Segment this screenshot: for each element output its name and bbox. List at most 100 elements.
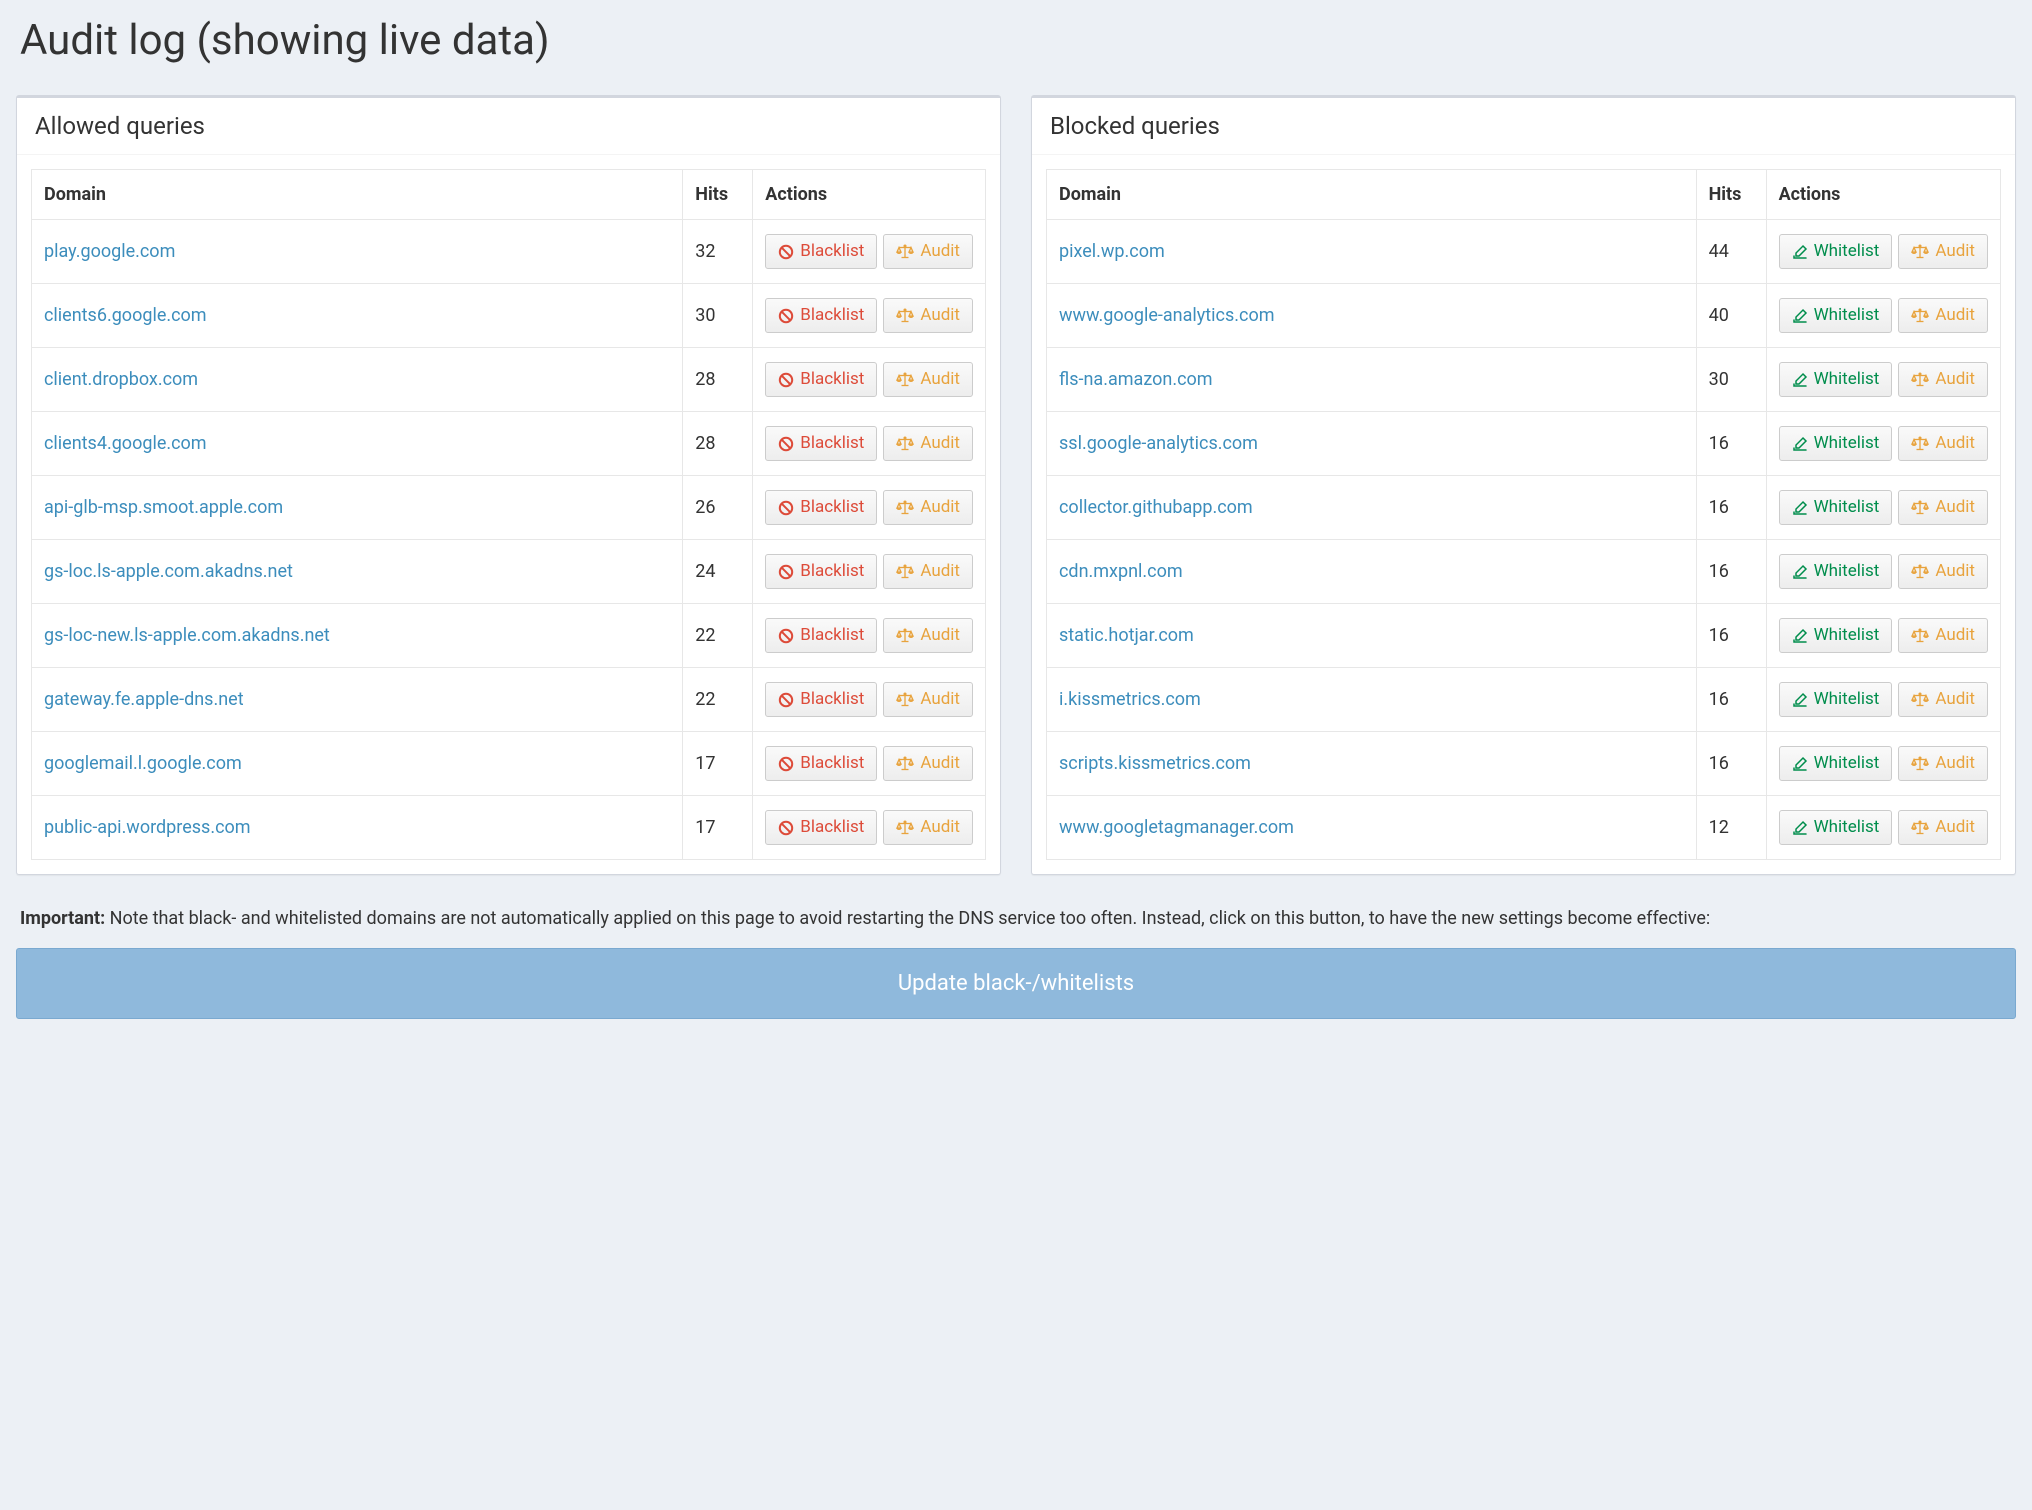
audit-button[interactable]: Audit [883, 362, 973, 397]
whitelist-button[interactable]: Whitelist [1779, 490, 1893, 525]
audit-button-label: Audit [1935, 499, 1975, 516]
whitelist-button[interactable]: Whitelist [1779, 426, 1893, 461]
hits-value: 16 [1696, 604, 1766, 668]
audit-button[interactable]: Audit [883, 298, 973, 333]
domain-link[interactable]: www.googletagmanager.com [1059, 817, 1294, 838]
audit-button[interactable]: Audit [1898, 362, 1988, 397]
whitelist-button[interactable]: Whitelist [1779, 362, 1893, 397]
audit-button[interactable]: Audit [1898, 298, 1988, 333]
hits-value: 24 [683, 540, 753, 604]
blacklist-button[interactable]: Blacklist [765, 618, 877, 653]
domain-link[interactable]: gs-loc.ls-apple.com.akadns.net [44, 561, 293, 582]
actions-cell: Whitelist Audit [1766, 796, 2000, 860]
audit-button-label: Audit [920, 307, 960, 324]
audit-button[interactable]: Audit [1898, 746, 1988, 781]
domain-link[interactable]: clients4.google.com [44, 433, 207, 454]
domain-link[interactable]: scripts.kissmetrics.com [1059, 753, 1251, 774]
domain-link[interactable]: ssl.google-analytics.com [1059, 433, 1258, 454]
hits-value: 22 [683, 668, 753, 732]
audit-button-label: Audit [920, 627, 960, 644]
whitelist-button[interactable]: Whitelist [1779, 234, 1893, 269]
blacklist-button[interactable]: Blacklist [765, 810, 877, 845]
hits-value: 16 [1696, 732, 1766, 796]
blacklist-button[interactable]: Blacklist [765, 298, 877, 333]
blocked-col-domain: Domain [1047, 170, 1697, 220]
domain-link[interactable]: public-api.wordpress.com [44, 817, 251, 838]
whitelist-button[interactable]: Whitelist [1779, 554, 1893, 589]
domain-link[interactable]: collector.githubapp.com [1059, 497, 1253, 518]
audit-button[interactable]: Audit [1898, 554, 1988, 589]
blacklist-button[interactable]: Blacklist [765, 746, 877, 781]
audit-button[interactable]: Audit [1898, 682, 1988, 717]
hits-value: 30 [1696, 348, 1766, 412]
whitelist-button[interactable]: Whitelist [1779, 618, 1893, 653]
audit-button[interactable]: Audit [1898, 426, 1988, 461]
edit-icon [1792, 308, 1808, 324]
hits-value: 40 [1696, 284, 1766, 348]
blacklist-button[interactable]: Blacklist [765, 426, 877, 461]
audit-button[interactable]: Audit [883, 810, 973, 845]
edit-icon [1792, 244, 1808, 260]
audit-button-label: Audit [1935, 691, 1975, 708]
audit-button[interactable]: Audit [883, 746, 973, 781]
scale-icon [896, 628, 914, 644]
update-lists-button[interactable]: Update black-/whitelists [16, 948, 2016, 1019]
blacklist-button[interactable]: Blacklist [765, 362, 877, 397]
blocked-panel-title: Blocked queries [1032, 98, 2015, 155]
blacklist-button-label: Blacklist [800, 435, 864, 452]
blacklist-button-label: Blacklist [800, 691, 864, 708]
hits-value: 16 [1696, 668, 1766, 732]
whitelist-button[interactable]: Whitelist [1779, 682, 1893, 717]
whitelist-button-label: Whitelist [1814, 819, 1880, 836]
actions-cell: Whitelist Audit [1766, 476, 2000, 540]
allowed-col-hits: Hits [683, 170, 753, 220]
whitelist-button[interactable]: Whitelist [1779, 746, 1893, 781]
domain-link[interactable]: gateway.fe.apple-dns.net [44, 689, 244, 710]
audit-button-label: Audit [1935, 819, 1975, 836]
domain-link[interactable]: fls-na.amazon.com [1059, 369, 1213, 390]
actions-cell: Whitelist Audit [1766, 412, 2000, 476]
edit-icon [1792, 436, 1808, 452]
audit-button-label: Audit [1935, 435, 1975, 452]
note-text: Note that black- and whitelisted domains… [105, 908, 1710, 929]
domain-link[interactable]: gs-loc-new.ls-apple.com.akadns.net [44, 625, 330, 646]
domain-link[interactable]: pixel.wp.com [1059, 241, 1165, 262]
blacklist-button[interactable]: Blacklist [765, 490, 877, 525]
audit-button[interactable]: Audit [1898, 234, 1988, 269]
domain-link[interactable]: clients6.google.com [44, 305, 207, 326]
hits-value: 16 [1696, 540, 1766, 604]
blacklist-button[interactable]: Blacklist [765, 682, 877, 717]
audit-button[interactable]: Audit [1898, 810, 1988, 845]
audit-button[interactable]: Audit [883, 682, 973, 717]
domain-link[interactable]: play.google.com [44, 241, 175, 262]
whitelist-button[interactable]: Whitelist [1779, 810, 1893, 845]
actions-cell: BlacklistAudit [753, 796, 986, 860]
blacklist-button[interactable]: Blacklist [765, 554, 877, 589]
domain-link[interactable]: api-glb-msp.smoot.apple.com [44, 497, 283, 518]
domain-link[interactable]: www.google-analytics.com [1059, 305, 1275, 326]
audit-button[interactable]: Audit [1898, 490, 1988, 525]
domain-link[interactable]: static.hotjar.com [1059, 625, 1194, 646]
table-row: clients4.google.com28BlacklistAudit [32, 412, 986, 476]
audit-button[interactable]: Audit [1898, 618, 1988, 653]
actions-cell: Blacklist Audit [753, 284, 986, 348]
scale-icon [896, 500, 914, 516]
whitelist-button-label: Whitelist [1814, 435, 1880, 452]
domain-link[interactable]: i.kissmetrics.com [1059, 689, 1201, 710]
blacklist-button-label: Blacklist [800, 243, 864, 260]
domain-link[interactable]: cdn.mxpnl.com [1059, 561, 1183, 582]
domain-link[interactable]: googlemail.l.google.com [44, 753, 242, 774]
table-row: cdn.mxpnl.com 16 WhitelistAudit [1047, 540, 2001, 604]
scale-icon [1911, 436, 1929, 452]
domain-link[interactable]: client.dropbox.com [44, 369, 198, 390]
scale-icon [1911, 692, 1929, 708]
whitelist-button[interactable]: Whitelist [1779, 298, 1893, 333]
audit-button[interactable]: Audit [883, 618, 973, 653]
blacklist-button-label: Blacklist [800, 307, 864, 324]
audit-button[interactable]: Audit [883, 426, 973, 461]
actions-cell: Blacklist Audit [753, 668, 986, 732]
blacklist-button[interactable]: Blacklist [765, 234, 877, 269]
audit-button[interactable]: Audit [883, 234, 973, 269]
audit-button[interactable]: Audit [883, 554, 973, 589]
audit-button[interactable]: Audit [883, 490, 973, 525]
